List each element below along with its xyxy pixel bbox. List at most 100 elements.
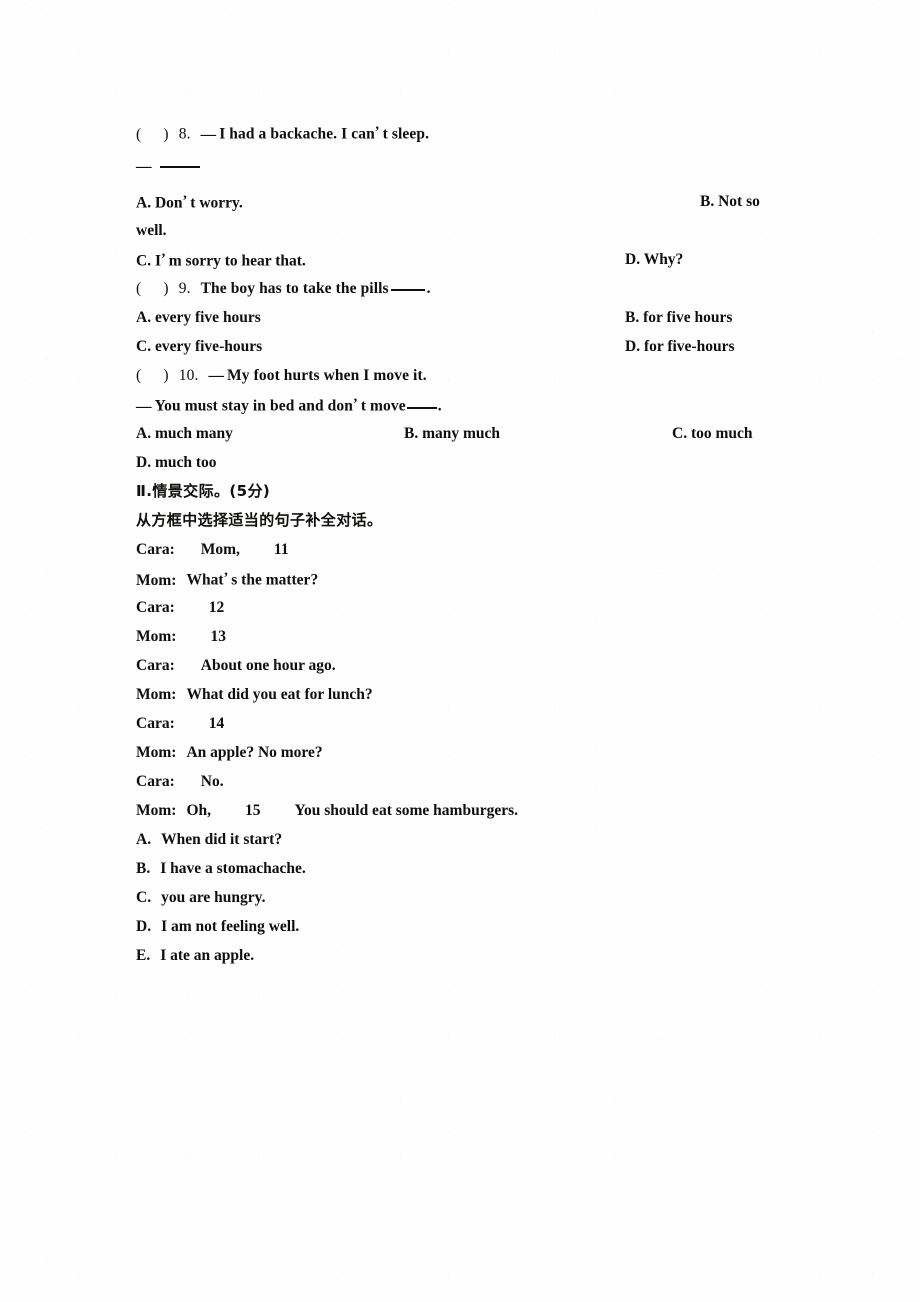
option-8-B[interactable]: B. Not so — [700, 187, 760, 216]
choice-text: When did it start? — [161, 831, 283, 848]
dialogue-dash-icon: — — [208, 367, 225, 384]
dialogue-blank-number[interactable]: 13 — [210, 628, 226, 645]
dialogue-speaker: Mom: — [136, 628, 177, 645]
choice-item[interactable]: C. you are hungry. — [136, 883, 836, 912]
answer-bracket-8[interactable]: () — [136, 126, 169, 143]
question-10-stem-line2-text: You must stay in bed and don — [154, 397, 353, 415]
dialogue-line: Mom: Oh, 15 You should eat some hamburgers. — [136, 796, 836, 825]
document-content: () 8. — I had a backache. I can’ t sleep. — … — [136, 118, 836, 970]
apostrophe-glyph: ’ — [374, 124, 380, 140]
question-8-options-row-2: C. I’ m sorry to hear that. D. Why? — [136, 245, 836, 274]
question-8-number: 8. — [178, 125, 191, 143]
apostrophe-glyph: ’ — [161, 251, 166, 267]
dialogue-line: Cara: 12 — [136, 593, 836, 622]
dialogue-line: Cara: 14 — [136, 709, 836, 738]
dialogue-line: Cara: No. — [136, 767, 836, 796]
choice-text: you are hungry. — [161, 889, 266, 906]
choice-item[interactable]: D. I am not feeling well. — [136, 912, 836, 941]
dialogue-text: An apple? No more? — [186, 744, 323, 761]
answer-bracket-10[interactable]: () — [136, 367, 169, 384]
question-9-stem-tail: . — [426, 280, 431, 297]
dialogue-speaker: Cara: — [136, 541, 175, 558]
dialogue-line: Mom: An apple? No more? — [136, 738, 836, 767]
dialogue-blank-number[interactable]: 14 — [209, 715, 225, 732]
dialogue-speaker: Mom: — [136, 686, 177, 703]
option-8-C[interactable]: C. I’ m sorry to hear that. — [136, 245, 306, 276]
dialogue-dash-icon: — — [136, 397, 152, 415]
dialogue-speaker: Cara: — [136, 657, 175, 674]
dialogue-blank-number[interactable]: 12 — [209, 599, 225, 616]
dialogue-speaker: Mom: — [136, 744, 177, 761]
dialogue-dash-icon: — — [200, 125, 217, 143]
question-9-options-row-1: A. every five hours B. for five hours — [136, 303, 836, 332]
question-8-stem-continuation: — — [136, 147, 836, 187]
answer-blank[interactable] — [406, 406, 437, 409]
option-10-C[interactable]: C. too much — [672, 419, 753, 448]
option-8-B-wrap-text: well. — [136, 222, 167, 239]
question-8-option-B-wrap: well. — [136, 216, 836, 245]
option-8-D[interactable]: D. Why? — [625, 245, 683, 274]
question-8-stem-tail: t sleep. — [382, 125, 430, 143]
option-10-B[interactable]: B. many much — [404, 419, 500, 448]
question-10-stem-text: My foot hurts when I move it. — [227, 367, 427, 384]
option-9-C[interactable]: C. every five-hours — [136, 332, 262, 361]
question-10-stem-line2-tail: t move — [360, 397, 406, 415]
worksheet-page: () 8. — I had a backache. I can’ t sleep. — … — [0, 0, 920, 1302]
dialogue-text: What did you eat for lunch? — [186, 686, 373, 703]
dialogue-blank-number[interactable]: 11 — [274, 541, 289, 558]
dialogue-line: Mom: What did you eat for lunch? — [136, 680, 836, 709]
dialogue-text: Mom, — [200, 541, 240, 558]
choice-item[interactable]: E. I ate an apple. — [136, 941, 836, 970]
choice-key: C. — [136, 889, 152, 906]
option-9-A[interactable]: A. every five hours — [136, 303, 261, 332]
section-2-instruction: 从方框中选择适当的句子补全对话。 — [136, 511, 383, 529]
answer-blank[interactable] — [159, 166, 200, 168]
dialogue-text-tail: s the matter? — [231, 571, 319, 589]
dialogue-blank-number[interactable]: 15 — [245, 802, 261, 819]
dialogue-speaker: Cara: — [136, 599, 175, 616]
question-8-stem: () 8. — I had a backache. I can’ t sleep. — [136, 118, 836, 147]
dialogue-line: Cara: About one hour ago. — [136, 651, 836, 680]
question-10-options-row-1: A. much many B. many much C. too much — [136, 419, 836, 448]
question-10-options-row-2: D. much too — [136, 448, 836, 477]
choice-text: I am not feeling well. — [161, 918, 300, 935]
dialogue-text: What — [186, 571, 224, 589]
question-8-stem-text: I had a backache. I can — [219, 125, 375, 143]
dialogue-speaker: Mom: — [136, 802, 177, 819]
question-10-stem-line2-end: . — [437, 397, 442, 415]
dialogue-text: About one hour ago. — [200, 657, 336, 674]
dialogue-text: Oh, — [186, 802, 212, 819]
option-8-A[interactable]: A. Don’ t worry. — [136, 187, 243, 218]
option-9-D[interactable]: D. for five-hours — [625, 332, 735, 361]
question-10-stem: () 10. — My foot hurts when I move it. — [136, 361, 836, 390]
dialogue-line: Mom: 13 — [136, 622, 836, 651]
dialogue-text: No. — [200, 773, 224, 790]
choice-key: A. — [136, 831, 152, 848]
dialogue-speaker: Mom: — [136, 571, 177, 589]
answer-bracket-9[interactable]: () — [136, 280, 169, 297]
option-9-B[interactable]: B. for five hours — [625, 303, 732, 332]
question-9-stem-text: The boy has to take the pills — [200, 280, 389, 297]
question-9-number: 9. — [178, 280, 191, 297]
option-10-D[interactable]: D. much too — [136, 448, 217, 477]
dialogue-line: Mom: What’ s the matter? — [136, 564, 836, 593]
choice-text: I have a stomachache. — [160, 860, 306, 877]
question-9-stem: () 9. The boy has to take the pills. — [136, 274, 836, 303]
dialogue-speaker: Cara: — [136, 715, 175, 732]
apostrophe-glyph: ’ — [352, 396, 358, 412]
question-10-number: 10. — [178, 367, 199, 384]
section-2-heading: Ⅱ.情景交际。(5分) — [136, 482, 271, 500]
answer-blank[interactable] — [390, 289, 425, 291]
question-8-options-row-1: A. Don’ t worry. B. Not so — [136, 187, 836, 216]
choice-key: D. — [136, 918, 152, 935]
dialogue-text-tail: You should eat some hamburgers. — [294, 802, 518, 819]
choice-key: B. — [136, 860, 151, 877]
dialogue-line: Cara: Mom, 11 — [136, 535, 836, 564]
choice-text: I ate an apple. — [160, 947, 255, 964]
dialogue-dash-icon: — — [136, 158, 152, 175]
option-10-A[interactable]: A. much many — [136, 419, 233, 448]
choice-item[interactable]: B. I have a stomachache. — [136, 854, 836, 883]
choice-key: E. — [136, 947, 151, 964]
question-9-options-row-2: C. every five-hours D. for five-hours — [136, 332, 836, 361]
choice-item[interactable]: A. When did it start? — [136, 825, 836, 854]
